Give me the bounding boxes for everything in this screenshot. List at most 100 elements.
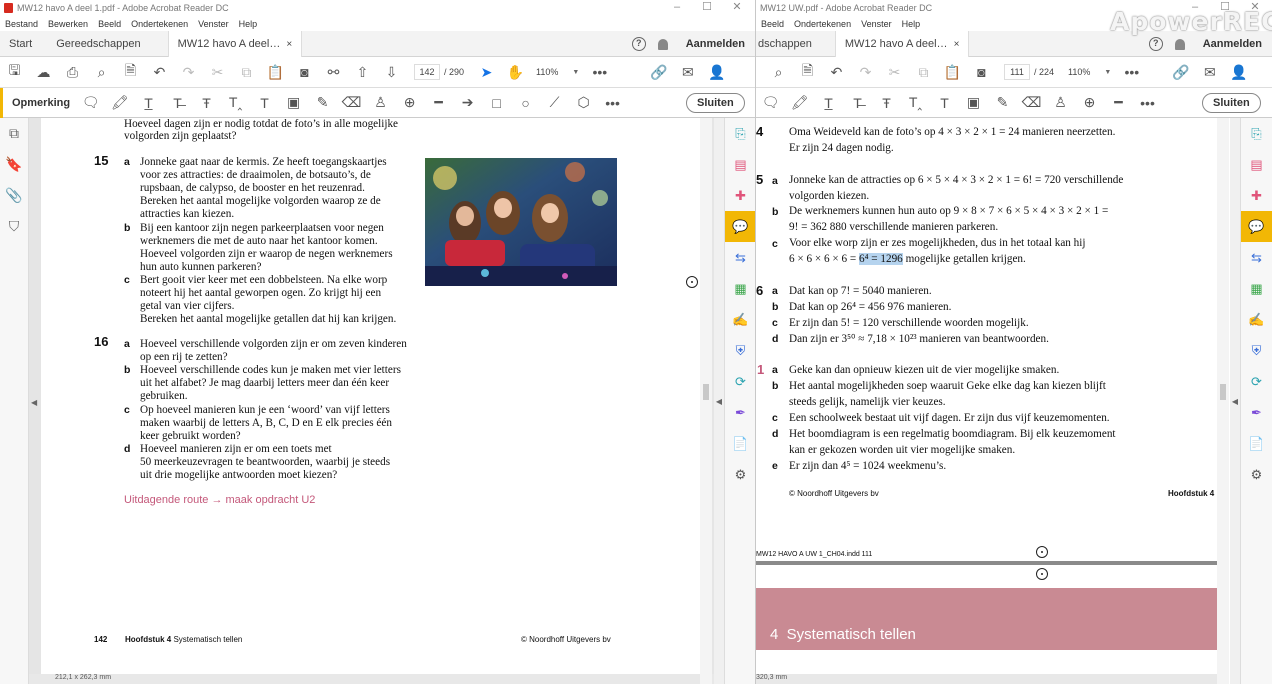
search-document-icon[interactable]: 🗎 (793, 57, 822, 87)
stamp-icon[interactable]: ♙ (1046, 89, 1075, 117)
accessibility-tags-icon[interactable]: ⛉ (0, 211, 28, 242)
menu-venster[interactable]: Venster (861, 19, 892, 29)
export-pdf-icon[interactable]: ⎘ (725, 118, 755, 149)
attach-icon[interactable]: ⊕ (1075, 89, 1104, 117)
protect-icon[interactable]: ⛨ (725, 335, 755, 366)
search-icon[interactable]: ⌕ (87, 57, 116, 87)
text-box-icon[interactable]: ▣ (279, 89, 308, 117)
organize-pages-icon[interactable]: ▤ (1241, 149, 1272, 180)
add-text-icon[interactable]: T (250, 89, 279, 117)
insert-text-icon[interactable]: T‸ (901, 89, 930, 117)
undo-icon[interactable]: ↶ (822, 57, 851, 87)
left-document-view[interactable]: Hoeveel dagen zijn er nodig totdat de fo… (29, 118, 715, 684)
tab-start[interactable]: Start (0, 31, 41, 57)
page-down-icon[interactable]: ⇩ (377, 57, 406, 87)
rectangle-icon[interactable]: □ (482, 89, 511, 117)
more-icon[interactable]: ••• (1117, 57, 1146, 87)
menu-beeld[interactable]: Beeld (761, 19, 784, 29)
paste-icon[interactable]: 📋 (261, 57, 290, 87)
vertical-scrollbar[interactable] (700, 118, 712, 684)
tab-tools[interactable]: dschappen (756, 31, 821, 57)
scan-icon[interactable]: ▦ (725, 273, 755, 304)
collapse-right-panel-icon[interactable]: ◀ (1230, 118, 1240, 684)
redo-icon[interactable]: ↷ (851, 57, 880, 87)
mail-icon[interactable]: ✉ (1195, 57, 1224, 87)
menu-ondertekenen[interactable]: Ondertekenen (131, 19, 188, 29)
vertical-scrollbar[interactable] (1217, 118, 1229, 684)
more-comment-tools-icon[interactable]: ••• (598, 89, 627, 117)
tab-close-icon[interactable]: × (954, 39, 960, 50)
scroll-thumb[interactable] (703, 384, 709, 400)
help-icon[interactable]: ? (1148, 37, 1163, 51)
stamp-tool-icon[interactable]: 📄 (1241, 428, 1272, 459)
export-pdf-icon[interactable]: ⎘ (1241, 118, 1272, 149)
snapshot-icon[interactable]: ◙ (967, 57, 996, 87)
collapse-left-icon[interactable]: ◀ (31, 398, 37, 407)
cut-icon[interactable]: ✂ (880, 57, 909, 87)
certificates-icon[interactable]: ✒ (725, 397, 755, 428)
menu-help[interactable]: Help (239, 19, 258, 29)
add-text-icon[interactable]: T (930, 89, 959, 117)
select-cursor-icon[interactable]: ➤ (472, 57, 501, 87)
send-for-review-icon[interactable]: ⟳ (1241, 366, 1272, 397)
text-underline-icon[interactable]: T̲ (134, 89, 163, 117)
menu-bestand[interactable]: Bestand (5, 19, 38, 29)
comment-tool-icon[interactable]: 💬 (725, 211, 755, 242)
link-icon[interactable]: 🔗 (644, 57, 673, 87)
redo-icon[interactable]: ↷ (174, 57, 203, 87)
binoculars-icon[interactable]: ⚯ (319, 57, 348, 87)
pencil-icon[interactable]: ✎ (308, 89, 337, 117)
scan-icon[interactable]: ▦ (1241, 273, 1272, 304)
protect-icon[interactable]: ⛨ (1241, 335, 1272, 366)
zoom-dropdown[interactable]: 110% ▼ (1068, 67, 1111, 77)
link-icon[interactable]: 🔗 (1166, 57, 1195, 87)
fill-sign-icon[interactable]: ✍ (725, 304, 755, 335)
menu-help[interactable]: Help (902, 19, 921, 29)
sticky-note-icon[interactable]: 🗨 (756, 89, 785, 117)
edit-pdf-icon[interactable]: ✚ (1241, 180, 1272, 211)
save-icon[interactable]: 🖫 (0, 57, 29, 87)
tab-tools[interactable]: Gereedschappen (47, 31, 149, 57)
connected-lines-icon[interactable]: ⟋ (540, 89, 569, 117)
collapse-right-panel-icon[interactable]: ◀ (714, 118, 724, 684)
page-number-input[interactable]: 142 (414, 64, 440, 80)
combine-files-icon[interactable]: ⇆ (725, 242, 755, 273)
highlight-icon[interactable]: 🖍 (105, 89, 134, 117)
comment-tool-icon[interactable]: 💬 (1241, 211, 1272, 242)
eraser-icon[interactable]: ⌫ (1017, 89, 1046, 117)
pencil-icon[interactable]: ✎ (988, 89, 1017, 117)
more-icon[interactable]: ••• (585, 57, 614, 87)
sticky-note-icon[interactable]: 🗨 (76, 89, 105, 117)
attach-icon[interactable]: ⊕ (395, 89, 424, 117)
menu-bewerken[interactable]: Bewerken (48, 19, 88, 29)
certificates-icon[interactable]: ✒ (1241, 397, 1272, 428)
line-icon[interactable]: ━ (1104, 89, 1133, 117)
help-icon[interactable]: ? (631, 37, 646, 51)
challenge-route-link[interactable]: Uitdagende route → maak opdracht U2 (124, 494, 315, 507)
undo-icon[interactable]: ↶ (145, 57, 174, 87)
insert-text-icon[interactable]: T‸ (221, 89, 250, 117)
page-up-icon[interactable]: ⇧ (348, 57, 377, 87)
notification-bell-icon[interactable] (1174, 38, 1185, 50)
arrow-icon[interactable]: ➔ (453, 89, 482, 117)
page-thumbnails-icon[interactable]: ⧉ (0, 118, 28, 149)
combine-files-icon[interactable]: ⇆ (1241, 242, 1272, 273)
notification-bell-icon[interactable] (657, 38, 668, 50)
stamp-tool-icon[interactable]: 📄 (725, 428, 755, 459)
bookmark-icon[interactable]: 🔖 (0, 149, 28, 180)
minimize-button[interactable]: – (662, 0, 692, 14)
replace-text-icon[interactable]: Ŧ (192, 89, 221, 117)
eraser-icon[interactable]: ⌫ (337, 89, 366, 117)
zoom-dropdown[interactable]: 110% ▼ (536, 67, 579, 77)
upload-cloud-icon[interactable]: ☁ (29, 57, 58, 87)
maximize-button[interactable]: ☐ (692, 0, 722, 14)
sign-in-button[interactable]: Aanmelden (686, 38, 745, 50)
tab-document[interactable]: MW12 havo A deel… × (834, 30, 970, 58)
selected-text-highlight[interactable]: 6⁴ = 1296 (859, 253, 903, 265)
organize-pages-icon[interactable]: ▤ (725, 149, 755, 180)
attachment-icon[interactable]: 📎 (0, 180, 28, 211)
mail-icon[interactable]: ✉ (673, 57, 702, 87)
polygon-icon[interactable]: ⬡ (569, 89, 598, 117)
close-comment-button[interactable]: Sluiten (1202, 93, 1261, 113)
hand-tool-icon[interactable]: ✋ (501, 57, 530, 87)
